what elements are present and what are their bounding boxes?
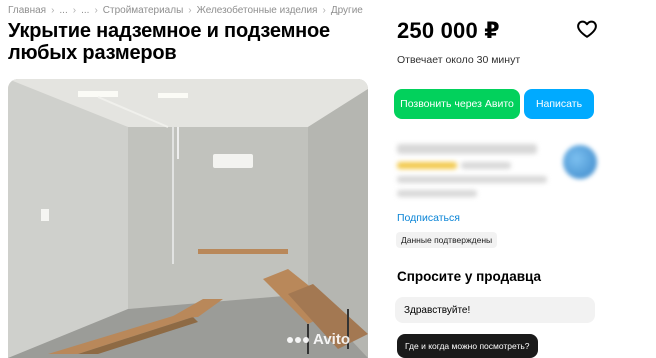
message-input[interactable]: Здравствуйте! — [395, 297, 595, 323]
verified-badge: Данные подтверждены — [396, 232, 498, 248]
listing-title-line1: Укрытие надземное и подземное — [8, 20, 330, 42]
seller-avatar[interactable] — [563, 145, 597, 179]
favorite-button[interactable] — [576, 18, 598, 40]
quick-question-chip[interactable]: Где и когда можно посмотреть? — [397, 334, 538, 358]
listing-title-line2: любых размеров — [8, 42, 177, 64]
seller-since-blurred — [397, 176, 547, 183]
call-via-avito-button[interactable]: Позвонить через Авито — [394, 89, 520, 119]
avito-watermark: Avito — [287, 331, 350, 348]
shelter-room-photo — [8, 79, 368, 358]
breadcrumb-separator: › — [94, 5, 98, 16]
breadcrumb-building-materials[interactable]: Стройматериалы — [103, 5, 184, 16]
seller-name-blurred — [397, 144, 537, 154]
write-message-button[interactable]: Написать — [524, 89, 594, 119]
seller-rating-blurred — [397, 162, 457, 169]
breadcrumb-other[interactable]: Другие — [331, 5, 363, 16]
breadcrumb-concrete-products[interactable]: Железобетонные изделия — [197, 5, 318, 16]
breadcrumb-separator: › — [188, 5, 192, 16]
heart-icon — [577, 20, 597, 38]
listing-title: Укрытие надземное и подземное любых разм… — [8, 20, 378, 64]
subscribe-link[interactable]: Подписаться — [397, 212, 460, 224]
seller-listings-blurred — [397, 190, 477, 197]
avito-logo-icon — [287, 336, 310, 343]
breadcrumb: Главная › ... › ... › Стройматериалы › Ж… — [8, 5, 363, 16]
breadcrumb-collapsed[interactable]: ... — [81, 5, 89, 16]
breadcrumb-separator: › — [322, 5, 326, 16]
watermark-text: Avito — [313, 331, 350, 348]
breadcrumb-collapsed[interactable]: ... — [59, 5, 67, 16]
reply-time: Отвечает около 30 минут — [397, 54, 521, 66]
breadcrumb-home[interactable]: Главная — [8, 5, 46, 16]
breadcrumb-separator: › — [72, 5, 77, 16]
seller-reviews-blurred — [461, 162, 511, 169]
ask-seller-heading: Спросите у продавца — [397, 269, 541, 284]
listing-photo[interactable]: Avito — [8, 79, 368, 358]
price: 250 000 ₽ — [397, 18, 500, 43]
breadcrumb-separator: › — [51, 5, 55, 16]
